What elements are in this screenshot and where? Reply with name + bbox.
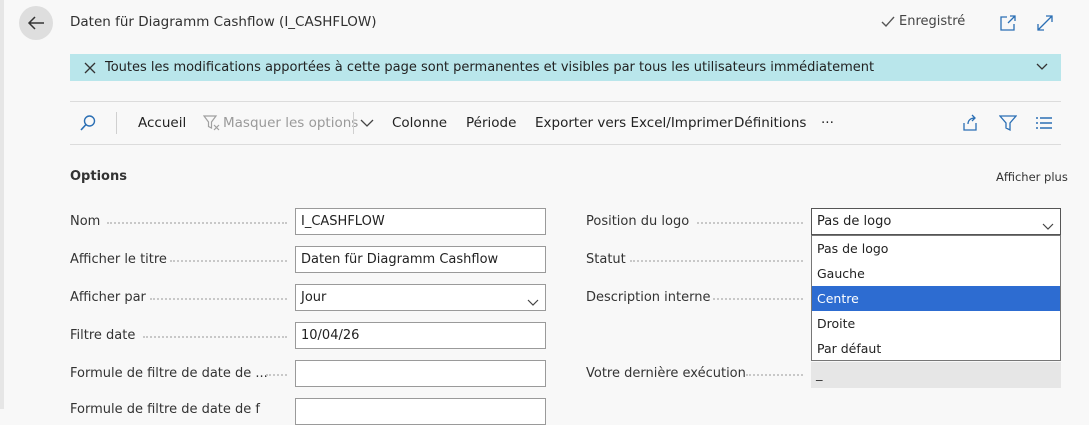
logo-position-label: Position du logo <box>586 214 690 229</box>
open-in-new-window-icon[interactable] <box>999 14 1017 32</box>
leader-dots <box>713 298 803 300</box>
leader-dots <box>746 374 803 376</box>
last-run-label: Votre dernière exécution <box>586 366 746 381</box>
name-field[interactable]: I_CASHFLOW <box>295 208 546 235</box>
leader-dots <box>150 298 287 300</box>
internal-description-label: Description interne <box>586 290 711 305</box>
next-filter-label: Formule de filtre de date de f <box>70 402 260 417</box>
chevron-down-icon <box>1042 216 1054 234</box>
filter-icon[interactable] <box>999 102 1017 144</box>
definitions-button[interactable]: Définitions <box>734 102 806 144</box>
hide-options-button[interactable]: Masquer les options <box>223 102 358 144</box>
banner-message: Toutes les modifications apportées à cet… <box>105 60 875 75</box>
leader-dots <box>266 374 287 376</box>
next-filter-field[interactable] <box>295 398 546 425</box>
chevron-down-icon <box>527 292 539 310</box>
status-label: Statut <box>586 252 626 267</box>
list-view-icon[interactable] <box>1035 102 1053 144</box>
date-filter-field[interactable]: 10/04/26 <box>295 322 546 349</box>
left-edge <box>0 0 4 409</box>
saved-label: Enregistré <box>899 14 966 29</box>
check-icon <box>881 16 895 27</box>
show-title-field[interactable]: Daten für Diagramm Cashflow <box>295 246 546 273</box>
leader-dots <box>143 336 287 338</box>
date-filter-label: Filtre date <box>70 328 136 343</box>
leader-dots <box>170 260 287 262</box>
export-button[interactable]: Exporter vers Excel/Imprimer <box>535 102 733 144</box>
separator <box>116 112 117 134</box>
more-options-button[interactable]: ··· <box>821 102 834 144</box>
date-filter-formula-field[interactable] <box>295 360 546 387</box>
logo-position-dropdown: Pas de logo Gauche Centre Droite Par déf… <box>811 235 1061 361</box>
close-icon[interactable] <box>84 62 96 74</box>
name-label: Nom <box>70 214 101 229</box>
chevron-down-icon[interactable] <box>360 102 374 144</box>
column-button[interactable]: Colonne <box>392 102 447 144</box>
section-title: Options <box>70 169 127 184</box>
show-title-label: Afficher le titre <box>70 252 167 267</box>
show-by-value: Jour <box>301 290 327 305</box>
leader-dots <box>697 222 803 224</box>
back-button[interactable] <box>19 6 53 40</box>
logo-option[interactable]: Par défaut <box>812 336 1060 361</box>
logo-option[interactable]: Centre <box>812 286 1060 311</box>
action-bar: Accueil Masquer les options Colonne Péri… <box>70 101 1061 145</box>
arrow-left-icon <box>27 16 44 30</box>
funnel-clear-icon <box>203 102 221 144</box>
last-run-value: _ <box>811 362 1061 388</box>
show-more-link[interactable]: Afficher plus <box>996 170 1068 184</box>
saved-status: Enregistré <box>880 14 965 29</box>
show-by-label: Afficher par <box>70 290 146 305</box>
logo-position-select[interactable]: Pas de logo <box>811 208 1061 235</box>
logo-option[interactable]: Pas de logo <box>812 236 1060 261</box>
logo-option[interactable]: Gauche <box>812 261 1060 286</box>
logo-position-value: Pas de logo <box>817 214 892 229</box>
home-button[interactable]: Accueil <box>138 102 186 144</box>
leader-dots <box>630 260 803 262</box>
expand-icon[interactable] <box>1036 14 1054 32</box>
chevron-down-icon[interactable] <box>1036 60 1048 76</box>
page-title: Daten für Diagramm Cashflow (I_CASHFLOW) <box>70 14 377 30</box>
search-icon[interactable] <box>79 102 97 144</box>
period-button[interactable]: Période <box>466 102 516 144</box>
share-icon[interactable] <box>961 102 979 144</box>
notification-banner: Toutes les modifications apportées à cet… <box>70 54 1061 81</box>
show-by-select[interactable]: Jour <box>295 284 546 311</box>
separator <box>353 112 354 134</box>
date-filter-formula-label: Formule de filtre de date de ... <box>70 366 268 381</box>
leader-dots <box>107 222 287 224</box>
logo-option[interactable]: Droite <box>812 311 1060 336</box>
